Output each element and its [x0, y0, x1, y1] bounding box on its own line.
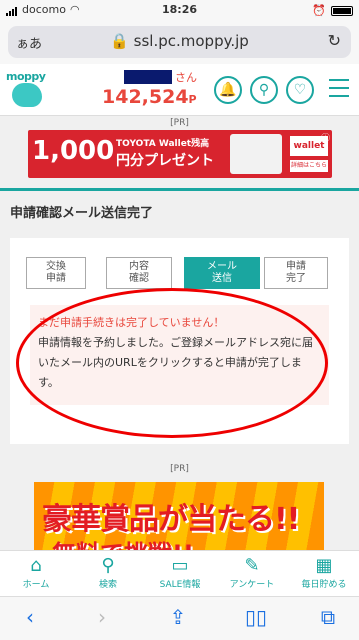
search-icon[interactable]: ⚲ [250, 76, 278, 104]
url-text: 🔒 ssl.pc.moppy.jp [8, 32, 351, 50]
step-mail-sent: メール 送信 [184, 257, 260, 289]
step-label: 内容 確認 [129, 261, 149, 284]
step-request-complete: 申請 完了 [264, 257, 328, 289]
bookmarks-icon[interactable]: ▯▯ [236, 605, 276, 629]
step-label: 申請 完了 [286, 261, 306, 284]
search-icon: ⚲ [101, 555, 115, 576]
points-unit: P [188, 93, 197, 106]
step-exchange-request: 交換 申請 [26, 257, 86, 289]
survey-icon: ✎ [244, 555, 260, 576]
tab-daily[interactable]: ▦ 毎日貯める [288, 555, 359, 590]
tab-label: アンケート [229, 580, 275, 590]
tab-label: ホーム [22, 580, 50, 590]
browser-toolbar: ‹ › ⇪ ▯▯ ⧉ [0, 596, 359, 640]
clock: 18:26 [161, 3, 197, 16]
tabs-icon[interactable]: ⧉ [308, 605, 348, 629]
url-host: ssl.pc.moppy.jp [133, 32, 249, 50]
prize-banner[interactable]: 豪華賞品が当たる!! 無料で挑戦!! [34, 482, 324, 554]
tab-search[interactable]: ⚲ 検索 [72, 555, 144, 590]
bell-icon[interactable]: 🔔 [214, 76, 242, 104]
tab-home[interactable]: ⌂ ホーム [0, 555, 72, 590]
sale-icon: ▭ [171, 555, 189, 576]
points-value: 142,524 [102, 86, 189, 108]
phone-image [230, 134, 282, 174]
home-icon: ⌂ [30, 555, 42, 576]
info-icon[interactable]: ⓘ [321, 131, 330, 144]
banner-amount: 1,000 [32, 136, 115, 166]
tab-survey[interactable]: ✎ アンケート [216, 555, 288, 590]
toyota-wallet-banner[interactable]: 1,000 TOYOTA Wallet残高 円分プレゼント wallet 詳細は… [28, 130, 332, 178]
back-icon[interactable]: ‹ [10, 605, 50, 629]
step-label: 交換 申請 [46, 261, 66, 284]
step-content-confirm: 内容 確認 [106, 257, 172, 289]
annotation-oval [16, 288, 328, 438]
lock-icon: 🔒 [110, 32, 129, 50]
alarm-icon: ⏰ [312, 4, 326, 17]
tab-label: 毎日貯める [301, 580, 347, 590]
pr-label: [PR] [170, 118, 189, 128]
pr-label: [PR] [170, 464, 189, 474]
banner-headline: 豪華賞品が当たる!! [42, 502, 300, 537]
site-tab-bar: ⌂ ホーム ⚲ 検索 ▭ SALE情報 ✎ アンケート ▦ 毎日貯める [0, 550, 359, 596]
username-redacted [124, 70, 172, 84]
banner-heading: TOYOTA Wallet残高 [116, 139, 210, 149]
url-field[interactable]: ぁあ 🔒 ssl.pc.moppy.jp ↻ [8, 26, 351, 58]
daily-icon: ▦ [315, 555, 333, 576]
page-title-bar: 申請確認メール送信完了 [0, 188, 359, 226]
battery-icon [331, 5, 353, 16]
step-label: メール 送信 [207, 261, 237, 284]
logo-text: moppy [6, 70, 46, 83]
honorific: さん [175, 71, 197, 84]
reload-icon[interactable]: ↻ [328, 31, 341, 50]
banner-subheading: 円分プレゼント [116, 153, 214, 169]
tab-label: SALE情報 [159, 580, 201, 590]
page-title: 申請確認メール送信完了 [10, 206, 154, 221]
status-bar: docomo ◠ 18:26 ⏰ [0, 0, 359, 20]
banner-detail-link: 詳細はこちら ≫ [290, 160, 328, 178]
menu-icon[interactable] [329, 79, 349, 103]
site-header: moppy さん 142,524P 🔔 ⚲ ♡ [0, 64, 359, 116]
points-balance[interactable]: 142,524P [102, 86, 197, 108]
moppy-logo[interactable]: moppy [6, 70, 48, 110]
forward-icon[interactable]: › [82, 605, 122, 629]
heart-icon[interactable]: ♡ [286, 76, 314, 104]
tab-sale[interactable]: ▭ SALE情報 [144, 555, 216, 590]
tab-label: 検索 [98, 580, 117, 590]
browser-address-bar: ぁあ 🔒 ssl.pc.moppy.jp ↻ [0, 20, 359, 64]
share-icon[interactable]: ⇪ [158, 605, 198, 629]
mascot-icon [12, 83, 42, 107]
status-right: ⏰ [312, 4, 353, 17]
